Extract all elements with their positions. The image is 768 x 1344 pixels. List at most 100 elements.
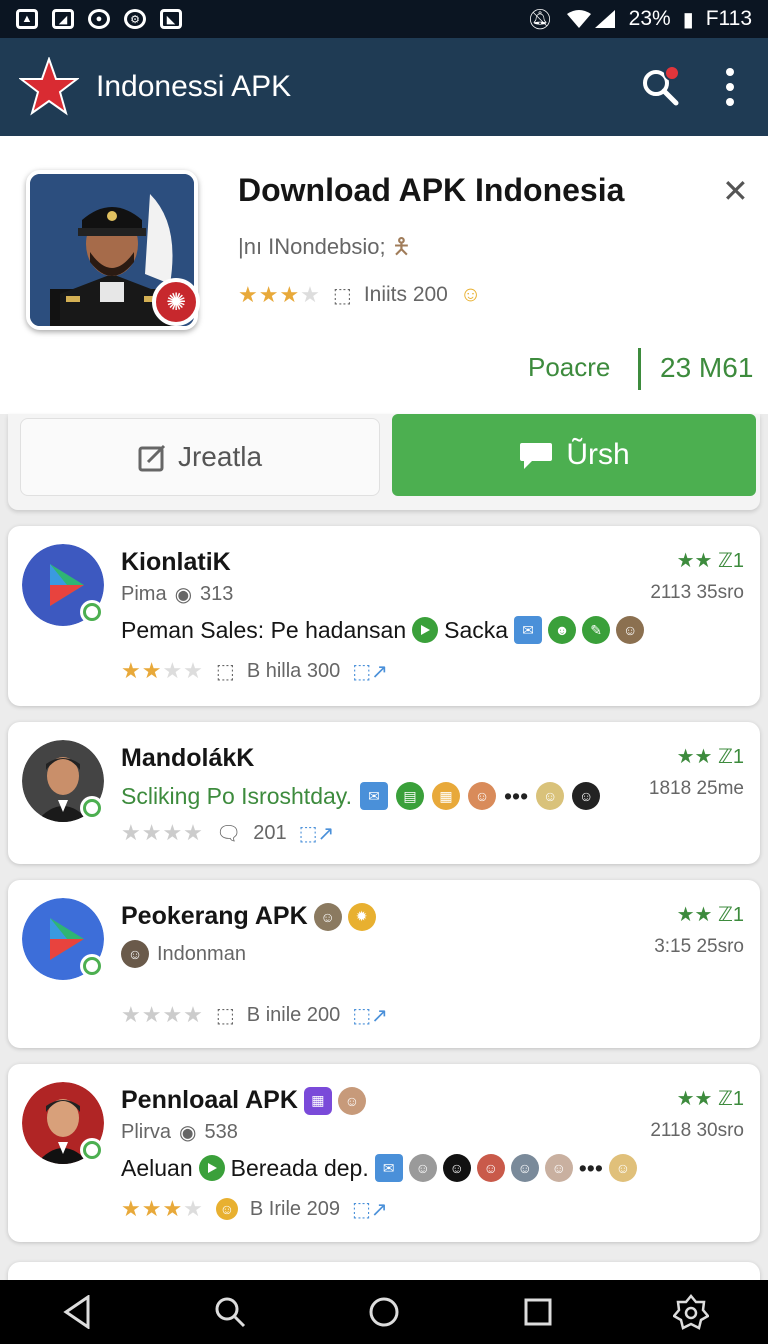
battery-icon: ▮ [682,8,694,31]
item-meta-label: Plirva [121,1121,172,1143]
online-status-icon [80,600,104,624]
search-icon [215,1297,246,1328]
primary-action-button[interactable]: Ũrsh [392,414,756,496]
mail-icon: ✉ [374,1154,403,1182]
close-button[interactable]: ✕ [722,172,749,210]
app-title: Indonessi APK [96,70,292,103]
overflow-menu-button[interactable] [710,61,750,113]
list-item[interactable]: Peokerang APK ☺ ✹ ★★ ℤ1 3:15 25sro ☺ Ind… [8,880,760,1048]
featured-app-card[interactable]: ✺ Download APK Indonesia ✕ |nı INondebsi… [0,136,768,414]
settings-notification-icon: ⚙ [124,9,146,29]
item-installs: B hilla 300 [246,659,341,682]
item-title: Pennloaal APK [121,1086,298,1114]
menu-dot [726,98,734,106]
item-meta: ☺ Indonman [121,940,246,968]
item-title: MandolákK [121,744,255,772]
item-installs: B Irile 209 [249,1197,340,1220]
ellipsis-icon: ••• [578,1154,603,1181]
item-description: Aeluan Bereada dep. ✉ ☺ ☺ ☺ ☺ ☺ ••• ☺ [121,1154,637,1182]
person-avatar-icon: ☺ [616,616,645,644]
person-avatar-icon: ☺ [608,1154,637,1182]
rating-stars: ★★★★ [121,658,204,683]
item-rating: ★★ ℤ1 [676,550,744,572]
divider [638,348,641,390]
item-stats: ★★★★ ⬚ B hilla 300 ⬚↗ [121,658,388,684]
item-stats: ★★★★ ⬚ B inile 200 ⬚↗ [121,1002,388,1028]
primary-action-label: Ũrsh [566,438,630,471]
search-nav-button[interactable] [208,1290,252,1334]
mail-icon: ✉ [359,782,388,810]
menu-dot [726,68,734,76]
recents-icon [524,1298,552,1326]
secondary-action-button[interactable]: Jreatla [20,418,380,496]
item-time: 2118 30sro [650,1120,744,1141]
installs-count: Iniits 200 [363,283,448,306]
message-notification-icon: ◢ [52,9,74,29]
rating-stars: ★★★★ [121,1196,204,1221]
item-description-text-2: Bereada dep. [230,1154,369,1181]
ellipsis-icon: ••• [503,782,529,809]
online-status-icon [80,1138,104,1162]
signal-icon [566,10,615,28]
rating-stars: ★★★★ [121,1002,204,1027]
action-bar: Jreatla Ũrsh [8,414,760,510]
person-avatar-icon: ☺ [544,1154,573,1182]
person-avatar-icon: ☺ [313,902,342,931]
gallery-icon: ▦ [303,1086,332,1115]
photo-notification-icon: ◣ [160,9,182,29]
size-label: 23 M61 [660,352,754,383]
item-description-text: Peman Sales: Pe hadansan [121,616,407,643]
status-bar-right: 🔕︎ 23% ▮ F113 [527,7,752,32]
item-stats: ★★★★ ☺ B Irile 209 ⬚↗ [121,1196,388,1222]
home-button[interactable] [362,1290,406,1334]
rating-stars: ★★★★ [238,282,321,307]
item-rating: ★★ ℤ1 [676,904,744,926]
edit-badge-icon: ✎ [582,616,611,644]
list-item[interactable]: Pennloaal APK ▦ ☺ ★★ ℤ1 2118 30sro Plirv… [8,1064,760,1242]
secondary-action-label: Jreatla [177,441,263,472]
item-meta-label: Pima [121,583,167,605]
featured-app-title: Download APK Indonesia [238,172,625,208]
online-status-icon [80,954,104,978]
status-bar: ▲ ◢ ● ⚙ ◣ 🔕︎ 23% ▮ F113 [0,0,768,38]
search-button[interactable] [634,61,686,113]
mail-icon: ✉ [514,616,543,644]
item-description: Scliking Po Isroshtday. ✉ ▤ ▦ ☺ ••• ☺ ☺ [121,782,601,810]
emoji-icon: ☺ [215,1198,238,1220]
person-avatar-icon: ☺ [408,1154,437,1182]
person-avatar-icon: ☺ [510,1154,539,1182]
item-publisher: Indonman [157,942,246,965]
item-installs: B inile 200 [246,1003,341,1026]
notification-dot [664,65,680,81]
status-bar-left: ▲ ◢ ● ⚙ ◣ [16,9,182,29]
document-icon: ▤ [395,782,424,810]
trend-icon: ⬚↗ [351,1198,388,1221]
install-icon: ⬚ [332,284,352,307]
back-button[interactable] [55,1290,99,1334]
views-icon: ◉ [174,584,193,606]
list-item[interactable]: MandolákK ★★ ℤ1 1818 25me Scliking Po Is… [8,722,760,864]
rating-stars: ★★★★ [121,820,204,845]
item-meta-count: 538 [204,1121,238,1143]
item-time: 3:15 25sro [654,936,744,957]
item-rating: ★★ ℤ1 [676,1088,744,1110]
item-meta-count: 313 [200,583,234,605]
home-icon [369,1297,399,1327]
settings-nav-button[interactable] [669,1290,713,1334]
featured-subtitle-text: |nı INondebsio; [238,234,386,259]
sync-notification-icon: ● [88,9,110,29]
trend-icon: ⬚↗ [352,1004,388,1027]
emoji-icon: ☺ [459,283,482,306]
menu-dot [726,83,734,91]
clock: F113 [705,7,752,30]
install-icon: ⬚ [215,660,235,683]
price-label: Poacre [528,352,611,382]
publisher-avatar-icon: ☺ [121,940,149,968]
list-item[interactable]: KionlatiK ★★ ℤ1 2113 35sro Pima ◉ 313 Pe… [8,526,760,706]
item-title: Peokerang APK [121,902,308,930]
item-description-text-2: Sacka [444,616,509,643]
item-description-text: Aeluan [121,1154,193,1181]
online-status-icon [80,796,104,820]
person-icon: 🯅︎ [391,234,412,259]
recents-button[interactable] [516,1290,560,1334]
